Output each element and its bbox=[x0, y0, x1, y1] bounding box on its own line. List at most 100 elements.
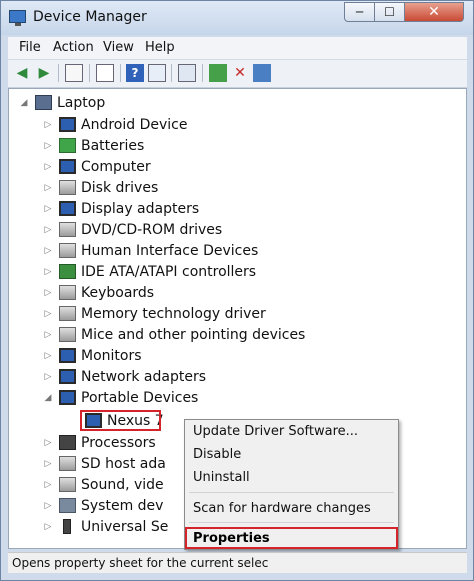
context-menu-separator bbox=[189, 522, 394, 523]
expand-arrow-icon[interactable]: ▷ bbox=[43, 480, 53, 490]
tree-item-network-adapters[interactable]: ▷ Network adapters bbox=[43, 366, 206, 387]
computer-monitor-icon bbox=[59, 159, 76, 174]
tree-item-label: Human Interface Devices bbox=[81, 242, 259, 259]
expand-arrow-icon[interactable]: ▷ bbox=[43, 438, 53, 448]
monitor-icon bbox=[59, 348, 76, 363]
tree-item-label: Keyboards bbox=[81, 284, 155, 301]
expand-arrow-icon[interactable]: ▷ bbox=[43, 141, 53, 151]
collapse-arrow-icon[interactable]: ◢ bbox=[43, 393, 53, 403]
tree-item-hid[interactable]: ▷ Human Interface Devices bbox=[43, 240, 259, 261]
minimize-button[interactable]: ─ bbox=[344, 2, 375, 22]
expand-arrow-icon[interactable]: ▷ bbox=[43, 120, 53, 130]
tree-item-usb[interactable]: ▷ Universal Se bbox=[43, 516, 169, 537]
tree-item-dvd-drives[interactable]: ▷ DVD/CD-ROM drives bbox=[43, 219, 223, 240]
menu-uninstall[interactable]: Uninstall bbox=[193, 467, 250, 487]
expand-arrow-icon[interactable]: ▷ bbox=[43, 267, 53, 277]
scan-icon[interactable] bbox=[178, 64, 196, 82]
tree-item-label: IDE ATA/ATAPI controllers bbox=[81, 263, 257, 280]
tree-root[interactable]: ◢ Laptop bbox=[19, 92, 106, 113]
tree-item-processors[interactable]: ▷ Processors bbox=[43, 432, 156, 453]
tree-item-batteries[interactable]: ▷ Batteries bbox=[43, 135, 145, 156]
device-manager-icon bbox=[9, 10, 26, 26]
expand-arrow-icon[interactable]: ▷ bbox=[43, 330, 53, 340]
tree-item-label: Processors bbox=[81, 434, 156, 451]
android-device-icon bbox=[59, 117, 76, 132]
context-menu-separator bbox=[189, 492, 394, 493]
dvd-drive-icon bbox=[59, 222, 76, 237]
hid-icon bbox=[59, 243, 76, 258]
expand-arrow-icon[interactable]: ▷ bbox=[43, 351, 53, 361]
menu-view[interactable]: View bbox=[103, 40, 134, 55]
close-button[interactable]: ✕ bbox=[404, 2, 464, 22]
menu-scan-hardware[interactable]: Scan for hardware changes bbox=[193, 498, 371, 518]
tree-item-label: Portable Devices bbox=[81, 389, 199, 406]
sound-icon bbox=[59, 477, 76, 492]
system-device-icon bbox=[59, 498, 76, 513]
expand-arrow-icon[interactable]: ▷ bbox=[43, 288, 53, 298]
show-hide-icon[interactable] bbox=[65, 64, 83, 82]
forward-icon[interactable]: ▶ bbox=[35, 64, 53, 82]
menu-file[interactable]: File bbox=[19, 40, 41, 55]
battery-icon bbox=[59, 138, 76, 153]
maximize-button[interactable]: ☐ bbox=[374, 2, 405, 22]
expand-arrow-icon[interactable]: ▷ bbox=[43, 183, 53, 193]
menu-help[interactable]: Help bbox=[145, 40, 175, 55]
expand-arrow-icon[interactable]: ▷ bbox=[43, 162, 53, 172]
expand-arrow-icon[interactable]: ▷ bbox=[43, 522, 53, 532]
tree-item-label: Disk drives bbox=[81, 179, 159, 196]
expand-arrow-icon[interactable]: ▷ bbox=[43, 372, 53, 382]
menu-properties[interactable]: Properties bbox=[185, 527, 398, 549]
collapse-arrow-icon[interactable]: ◢ bbox=[19, 98, 29, 108]
menu-action[interactable]: Action bbox=[53, 40, 94, 55]
properties-icon[interactable] bbox=[96, 64, 114, 82]
tree-item-portable-devices[interactable]: ◢ Portable Devices bbox=[43, 387, 199, 408]
back-icon[interactable]: ◀ bbox=[13, 64, 31, 82]
tree-item-label: System dev bbox=[81, 497, 164, 514]
tree-item-label: Universal Se bbox=[81, 518, 169, 535]
display-adapter-icon bbox=[59, 201, 76, 216]
title-bar[interactable]: Device Manager ─ ☐ ✕ bbox=[1, 1, 473, 35]
tree-item-disk-drives[interactable]: ▷ Disk drives bbox=[43, 177, 159, 198]
tree-item-android-device[interactable]: ▷ Android Device bbox=[43, 114, 188, 135]
tree-item-label: DVD/CD-ROM drives bbox=[81, 221, 223, 238]
disk-drive-icon bbox=[59, 180, 76, 195]
expand-arrow-icon[interactable]: ▷ bbox=[43, 459, 53, 469]
help-icon[interactable]: ? bbox=[126, 64, 144, 82]
tree-item-display-adapters[interactable]: ▷ Display adapters bbox=[43, 198, 200, 219]
toolbar: ◀ ▶ ? ✕ bbox=[8, 60, 467, 88]
tree-item-label: SD host ada bbox=[81, 455, 166, 472]
tree-item-label: Monitors bbox=[81, 347, 142, 364]
device-manager-window: Device Manager ─ ☐ ✕ File Action View He… bbox=[0, 0, 474, 581]
update-driver-icon[interactable] bbox=[209, 64, 227, 82]
close-icon: ✕ bbox=[428, 4, 440, 20]
tree-item-label: Batteries bbox=[81, 137, 145, 154]
expand-arrow-icon[interactable]: ▷ bbox=[43, 204, 53, 214]
tree-item-label: Android Device bbox=[81, 116, 188, 133]
status-bar: Opens property sheet for the current sel… bbox=[8, 552, 467, 573]
maximize-icon: ☐ bbox=[384, 5, 395, 19]
context-menu: Update Driver Software... Disable Uninst… bbox=[184, 419, 399, 550]
menu-update-driver[interactable]: Update Driver Software... bbox=[193, 421, 358, 441]
tree-item-system-devices[interactable]: ▷ System dev bbox=[43, 495, 164, 516]
tree-item-memory-tech[interactable]: ▷ Memory technology driver bbox=[43, 303, 266, 324]
uninstall-icon[interactable]: ✕ bbox=[231, 64, 249, 82]
tree-item-computer[interactable]: ▷ Computer bbox=[43, 156, 151, 177]
tree-item-label: Display adapters bbox=[81, 200, 200, 217]
enable-icon[interactable] bbox=[253, 64, 271, 82]
expand-arrow-icon[interactable]: ▷ bbox=[43, 501, 53, 511]
tree-item-keyboards[interactable]: ▷ Keyboards bbox=[43, 282, 155, 303]
tree-item-ide-controllers[interactable]: ▷ IDE ATA/ATAPI controllers bbox=[43, 261, 257, 282]
menu-disable[interactable]: Disable bbox=[193, 444, 241, 464]
update-icon[interactable] bbox=[148, 64, 166, 82]
tree-item-monitors[interactable]: ▷ Monitors bbox=[43, 345, 142, 366]
tree-item-mice[interactable]: ▷ Mice and other pointing devices bbox=[43, 324, 306, 345]
expand-arrow-icon[interactable]: ▷ bbox=[43, 309, 53, 319]
tree-item-label: Computer bbox=[81, 158, 151, 175]
keyboard-icon bbox=[59, 285, 76, 300]
tree-item-sound[interactable]: ▷ Sound, vide bbox=[43, 474, 164, 495]
expand-arrow-icon[interactable]: ▷ bbox=[43, 225, 53, 235]
window-title: Device Manager bbox=[33, 9, 147, 25]
expand-arrow-icon[interactable]: ▷ bbox=[43, 246, 53, 256]
tree-item-sd-host[interactable]: ▷ SD host ada bbox=[43, 453, 166, 474]
tree-item-label: Memory technology driver bbox=[81, 305, 266, 322]
